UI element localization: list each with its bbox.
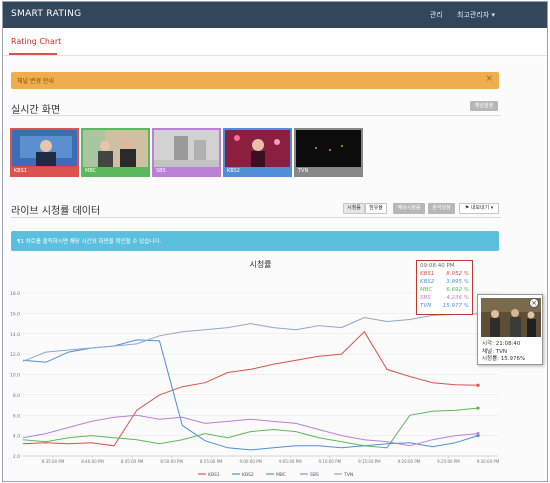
y-tick-label: 4.0: [13, 434, 20, 440]
tooltip-rows: KBS1 8.952 % KBS2 3.995 % MBC 6.692 % SBS 4.236…: [420, 270, 469, 310]
legend-label: KBS2: [242, 472, 254, 478]
channel-change-alert: 채널 변경 안내 ×: [11, 72, 499, 89]
x-tick-label: 9:00:00 PM: [239, 459, 262, 464]
y-tick-label: 6.0: [13, 413, 20, 419]
x-tick-label: 8:35:00 PM: [42, 459, 65, 464]
series-point-sbs: [476, 431, 480, 436]
app-frame: SMART RATING 관리 최고관리자 ▾ Rating Chart 채널 …: [2, 1, 548, 482]
thumb-label: KBS1: [12, 167, 77, 175]
channel-thumb-tvn[interactable]: TVN: [294, 128, 363, 177]
tooltip-row: TVN 15.977 %: [420, 302, 469, 310]
live-data-title: 라이브 시청률 데이터: [11, 206, 101, 217]
channel-thumb-mbc[interactable]: MBC: [81, 128, 150, 177]
app-brand[interactable]: SMART RATING: [11, 9, 81, 19]
legend-label: SBS: [310, 472, 319, 478]
x-tick-label: 9:15:00 PM: [358, 459, 381, 464]
alert-message: ¶1 차트를 클릭하시면 해당 시간의 화면을 확인할 수 있습니다.: [17, 239, 162, 245]
thumb-label: MBC: [83, 167, 148, 175]
sub-navigation: Rating Chart: [3, 28, 547, 56]
divider: [11, 115, 501, 116]
x-tick-label: 8:50:00 PM: [160, 459, 183, 464]
tooltip-row: KBS1 8.952 %: [420, 270, 469, 278]
tooltip-series-value: 15.977 %: [442, 303, 469, 309]
divider: [11, 217, 501, 218]
chart-help-alert: ¶1 차트를 클릭하시면 해당 시간의 화면을 확인할 수 있습니다.: [11, 231, 499, 251]
chart-title: 시청률: [249, 260, 271, 269]
tooltip-series-value: 3.995 %: [446, 279, 469, 285]
series-line-mbc: [22, 407, 479, 449]
user-menu[interactable]: 최고관리자 ▾: [457, 11, 495, 19]
y-tick-label: 2.0: [13, 454, 20, 460]
top-navbar: SMART RATING 관리 최고관리자 ▾: [3, 2, 547, 28]
rating-toggle-button[interactable]: 시청률: [343, 203, 365, 214]
tooltip-row: MBC 6.692 %: [420, 286, 469, 294]
series-point-mbc: [476, 406, 480, 410]
tooltip-time: 09:08:40 PM: [420, 263, 455, 269]
thumb-label: SBS: [154, 167, 219, 175]
tooltip-series-value: 8.952 %: [446, 271, 469, 277]
channel-thumb-kbs2[interactable]: KBS2: [223, 128, 292, 177]
tooltip-series-name: KBS2: [420, 279, 435, 285]
preview-info: 시각: 21:08:40 채널: TVN 시청률: 15.976%: [482, 341, 525, 364]
x-tick-label: 8:40:00 PM: [81, 459, 104, 464]
x-tick-label: 9:10:00 PM: [319, 459, 342, 464]
close-icon[interactable]: ×: [529, 298, 539, 308]
thumb-label: TVN: [296, 167, 361, 175]
series-line-sbs: [22, 414, 479, 447]
thumb-label: KBS2: [225, 167, 290, 175]
active-tab-indicator: [9, 53, 57, 55]
x-tick-label: 9:05:00 PM: [279, 459, 302, 464]
expected-rating-button[interactable]: 예상시청률: [393, 203, 425, 214]
close-icon[interactable]: ×: [485, 74, 493, 84]
x-tick-label: 8:55:00 PM: [200, 459, 223, 464]
channel-settings-button[interactable]: 채널설정: [470, 101, 498, 111]
x-tick-label: 9:20:00 PM: [398, 459, 421, 464]
channel-thumb-kbs1[interactable]: KBS1: [10, 128, 79, 177]
share-toggle-button[interactable]: 점유율: [365, 203, 387, 214]
x-tick-label: 8:45:00 PM: [121, 459, 144, 464]
analysis-settings-button[interactable]: 분석설정: [428, 203, 455, 214]
tooltip-series-name: SBS: [420, 295, 431, 301]
chart-tooltip: 09:08:40 PM KBS1 8.952 % KBS2 3.995 % MBC 6.6…: [416, 260, 473, 315]
legend-label: MBC: [276, 472, 286, 478]
screen-preview-popup: × 시각: 21:08:40 채널: TVN 시청률: 15.976%: [477, 294, 543, 365]
x-tick-label: 9:30:00 PM: [477, 459, 500, 464]
preview-rating: 시청률: 15.976%: [482, 356, 526, 362]
tooltip-series-value: 4.236 %: [446, 295, 469, 301]
tooltip-row: SBS 4.236 %: [420, 294, 469, 302]
tooltip-series-name: TVN: [420, 303, 432, 309]
series-line-kbs1: [22, 330, 479, 447]
export-dropdown-button[interactable]: ⚑ 내보내기 ▾: [459, 203, 499, 214]
admin-link[interactable]: 관리: [430, 11, 443, 19]
tooltip-row: KBS2 3.995 %: [420, 278, 469, 286]
preview-time: 시각: 21:08:40: [482, 341, 521, 347]
legend-label: TVN: [343, 472, 353, 478]
y-tick-label: 18.0: [10, 291, 20, 297]
tooltip-series-value: 6.692 %: [446, 287, 469, 293]
y-tick-label: 14.0: [10, 332, 20, 338]
preview-channel: 채널: TVN: [482, 348, 507, 355]
x-tick-label: 9:25:00 PM: [437, 459, 460, 464]
realtime-title: 실시간 화면: [11, 105, 61, 116]
y-tick-label: 16.0: [10, 311, 20, 317]
tab-rating-chart[interactable]: Rating Chart: [11, 37, 61, 46]
y-tick-label: 8.0: [13, 393, 20, 399]
alert-message: 채널 변경 안내: [17, 78, 54, 85]
tooltip-series-name: MBC: [420, 287, 433, 293]
legend-label: KBS1: [208, 472, 220, 478]
y-tick-label: 12.0: [10, 352, 20, 358]
top-right-menu: 관리 최고관리자 ▾: [430, 10, 495, 20]
channel-thumb-sbs[interactable]: SBS: [152, 128, 221, 177]
y-tick-label: 10.0: [10, 373, 20, 379]
series-point-kbs1: [476, 383, 480, 387]
tooltip-series-name: KBS1: [420, 271, 435, 277]
